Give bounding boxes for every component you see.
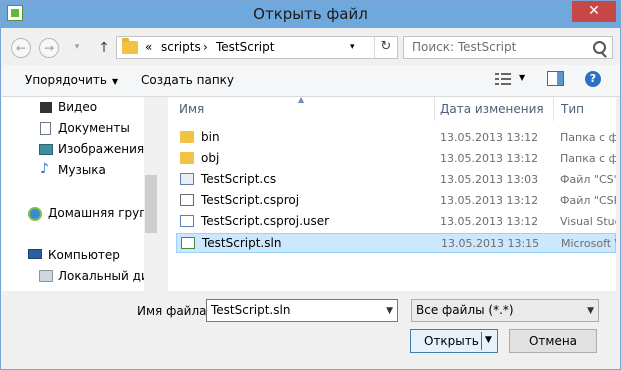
navigation-scrollbar[interactable] — [144, 97, 158, 291]
up-button[interactable]: ↑ — [95, 38, 113, 58]
organize-label: Упорядочить — [25, 73, 107, 87]
file-row-obj[interactable]: obj 13.05.2013 13:12 Папка с ф — [176, 149, 616, 169]
address-dropdown[interactable]: ▾ — [350, 42, 355, 52]
folder-icon — [180, 152, 194, 164]
filename-combobox[interactable]: TestScript.sln ▼ — [206, 299, 398, 322]
resize-grip-icon[interactable] — [605, 353, 617, 365]
cancel-button[interactable]: Отмена — [509, 329, 597, 353]
split-divider — [481, 332, 482, 350]
file-date: 13.05.2013 13:15 — [441, 237, 540, 250]
breadcrumb-scripts[interactable]: scripts — [161, 40, 201, 54]
refresh-button[interactable]: ↻ — [374, 37, 397, 58]
pane-splitter[interactable] — [158, 97, 168, 291]
file-type-filter-value: Все файлы (*.*) — [416, 303, 514, 317]
file-type: Visual Stud — [560, 215, 616, 228]
sidebar-item-label: Документы — [58, 121, 130, 135]
address-overflow[interactable]: « — [145, 40, 152, 54]
chevron-down-icon[interactable]: ▼ — [587, 306, 594, 316]
documents-icon — [40, 122, 51, 135]
file-row-csproj[interactable]: TestScript.csproj 13.05.2013 13:12 Файл … — [176, 191, 616, 211]
search-input[interactable]: Поиск: TestScript — [412, 40, 516, 54]
file-type-filter[interactable]: Все файлы (*.*) ▼ — [411, 299, 599, 322]
folder-icon — [180, 131, 194, 143]
chevron-down-icon[interactable]: ▼ — [386, 306, 393, 316]
column-header-type[interactable]: Тип — [561, 97, 584, 121]
sln-file-icon — [181, 237, 195, 249]
address-bar[interactable]: « scripts › TestScript ▾ ↻ — [116, 36, 398, 59]
sidebar-item-label: Компьютер — [48, 248, 120, 262]
command-bar: Упорядочить ▼ Создать папку ▼ ? — [2, 65, 620, 97]
images-icon — [39, 144, 53, 155]
file-row-sln[interactable]: TestScript.sln 13.05.2013 13:15 Microsof… — [176, 233, 616, 253]
sidebar-item-label: Локальный дис — [58, 269, 156, 283]
close-button[interactable]: ✕ — [572, 1, 616, 22]
file-type: Файл "CS" — [560, 173, 616, 186]
filename-input[interactable]: TestScript.sln — [211, 303, 290, 317]
view-options-icon[interactable] — [495, 72, 511, 86]
navigation-bar: ← → ▾ ↑ « scripts › TestScript ▾ ↻ Поиск… — [9, 34, 614, 62]
file-name: bin — [201, 130, 220, 144]
file-row-bin[interactable]: bin 13.05.2013 13:12 Папка с ф — [176, 128, 616, 148]
folder-icon — [122, 38, 138, 54]
sidebar-item-label: Видео — [58, 100, 98, 114]
sidebar-item-label: Домашняя групп — [48, 206, 155, 220]
cs-file-icon — [180, 173, 194, 185]
file-type: Файл "CSP — [560, 194, 616, 207]
new-folder-button[interactable]: Создать папку — [141, 73, 234, 87]
organize-menu[interactable]: Упорядочить ▼ — [25, 73, 118, 87]
open-button-label: Открыть — [424, 334, 479, 348]
sidebar-item-label: Музыка — [58, 163, 106, 177]
user-file-icon — [180, 215, 194, 227]
search-box[interactable]: Поиск: TestScript — [403, 36, 613, 59]
help-icon[interactable]: ? — [585, 71, 601, 87]
video-icon — [40, 102, 52, 113]
title-bar[interactable]: Открыть файл ✕ — [1, 1, 620, 28]
sort-ascending-icon: ▲ — [298, 97, 305, 104]
column-header-date[interactable]: Дата изменения — [440, 97, 544, 121]
window-title: Открыть файл — [253, 5, 368, 23]
recent-locations-dropdown[interactable]: ▾ — [67, 38, 87, 58]
file-name: obj — [201, 151, 220, 165]
search-icon — [593, 41, 606, 54]
open-file-dialog: Открыть файл ✕ ← → ▾ ↑ « scripts › TestS… — [0, 0, 621, 370]
file-type: Microsoft V — [561, 237, 616, 250]
file-name: TestScript.sln — [202, 236, 282, 250]
file-name: TestScript.cs — [201, 172, 277, 186]
file-date: 13.05.2013 13:12 — [440, 215, 539, 228]
sidebar-item-label: Изображения — [58, 142, 145, 156]
preview-pane-icon[interactable] — [547, 71, 564, 86]
column-header-name[interactable]: Имя — [179, 97, 204, 121]
file-list: ▲ Имя Дата изменения Тип bin 13.05.2013 … — [168, 97, 616, 291]
file-date: 13.05.2013 13:03 — [440, 173, 539, 186]
filename-label: Имя файла: — [137, 304, 211, 318]
homegroup-icon — [28, 207, 42, 221]
scrollbar-thumb[interactable] — [145, 175, 157, 233]
file-date: 13.05.2013 13:12 — [440, 131, 539, 144]
open-button[interactable]: Открыть ▼ — [410, 329, 498, 353]
open-options-dropdown[interactable]: ▼ — [485, 335, 492, 345]
music-icon: ♪ — [40, 161, 49, 177]
view-dropdown-icon[interactable]: ▼ — [519, 73, 525, 82]
file-row-cs[interactable]: TestScript.cs 13.05.2013 13:03 Файл "CS" — [176, 170, 616, 190]
navigation-pane: Видео Документы Изображения ♪ Музыка Дом… — [2, 97, 158, 291]
file-name: TestScript.csproj.user — [201, 214, 330, 228]
file-date: 13.05.2013 13:12 — [440, 152, 539, 165]
csproj-file-icon — [180, 194, 194, 206]
breadcrumb-separator[interactable]: › — [203, 40, 208, 54]
breadcrumb-testscript[interactable]: TestScript — [216, 40, 274, 54]
forward-button[interactable]: → — [39, 38, 59, 58]
back-button[interactable]: ← — [11, 38, 31, 58]
file-row-csproj-user[interactable]: TestScript.csproj.user 13.05.2013 13:12 … — [176, 212, 616, 232]
file-type: Папка с ф — [560, 131, 616, 144]
computer-icon — [28, 249, 42, 259]
file-name: TestScript.csproj — [201, 193, 300, 207]
file-type: Папка с ф — [560, 152, 616, 165]
chevron-down-icon: ▼ — [111, 77, 119, 86]
local-disk-icon — [39, 270, 53, 282]
column-divider[interactable] — [553, 97, 554, 121]
file-date: 13.05.2013 13:12 — [440, 194, 539, 207]
column-divider[interactable] — [434, 97, 435, 121]
